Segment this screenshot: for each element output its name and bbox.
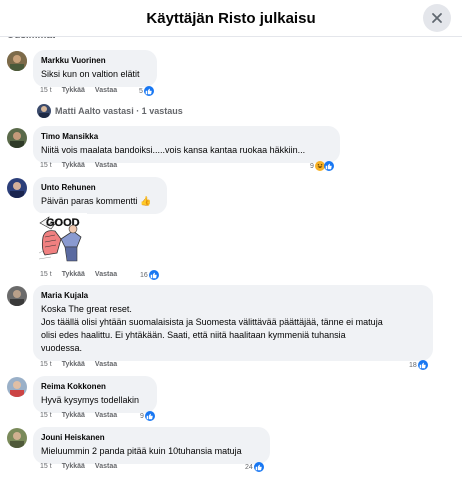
comment-text: Siksi kun on valtion elätit: [41, 69, 140, 79]
comment-time[interactable]: 15 t: [40, 270, 52, 280]
reaction-number: 9: [140, 412, 144, 420]
comment-author[interactable]: Reima Kokkonen: [41, 381, 149, 392]
reply-button[interactable]: Vastaa: [95, 462, 117, 472]
replies-text: Matti Aalto vastasi · 1 vastaus: [55, 106, 183, 116]
like-button[interactable]: Tykkää: [62, 270, 85, 280]
reply-button[interactable]: Vastaa: [95, 86, 117, 96]
comment-actions: 15 t Tykkää Vastaa: [40, 270, 117, 280]
like-button[interactable]: Tykkää: [62, 86, 85, 96]
comment-author[interactable]: Maria Kujala: [41, 290, 425, 301]
comment-bubble: Jouni Heiskanen Mieluummin 2 panda pitää…: [33, 427, 270, 464]
comment-time[interactable]: 15 t: [40, 360, 52, 370]
avatar[interactable]: [7, 377, 27, 397]
reply-button[interactable]: Vastaa: [95, 270, 117, 280]
reaction-number: 18: [409, 361, 417, 369]
avatar[interactable]: [7, 428, 27, 448]
comment-text-line: vuodessa.: [41, 343, 83, 353]
comment-text: Päivän paras kommentti 👍: [41, 196, 152, 206]
dialog-header: Käyttäjän Risto julkaisu: [0, 0, 462, 37]
comment-author[interactable]: Markku Vuorinen: [41, 55, 149, 66]
like-button[interactable]: Tykkää: [62, 411, 85, 421]
avatar[interactable]: [7, 286, 27, 306]
comment-text: Hyvä kysymys todellakin: [41, 395, 140, 405]
reaction-count[interactable]: 16: [140, 270, 159, 280]
like-button[interactable]: Tykkää: [62, 462, 85, 472]
comment-time[interactable]: 15 t: [40, 411, 52, 421]
like-icon: [144, 411, 155, 421]
comment-bubble: Markku Vuorinen Siksi kun on valtion elä…: [33, 50, 157, 87]
avatar: [37, 104, 51, 118]
reaction-number: 5: [139, 87, 143, 95]
comment-time[interactable]: 15 t: [40, 161, 52, 171]
like-icon: [253, 462, 264, 472]
like-icon: [323, 161, 334, 171]
comment-actions: 15 t Tykkää Vastaa: [40, 360, 117, 370]
reaction-count[interactable]: 24: [245, 462, 264, 472]
close-button[interactable]: [423, 4, 451, 32]
comment-time[interactable]: 15 t: [40, 86, 52, 96]
reaction-number: 16: [140, 271, 148, 279]
comment-text-line: olisi edes haalittu. Ei yhtäkään. Saati,…: [41, 330, 346, 340]
like-button[interactable]: Tykkää: [62, 161, 85, 171]
like-icon: [417, 360, 428, 370]
close-icon: [432, 13, 442, 23]
reaction-count[interactable]: 18: [409, 360, 428, 370]
comment-actions: 15 t Tykkää Vastaa: [40, 462, 117, 472]
comment-time[interactable]: 15 t: [40, 462, 52, 472]
avatar[interactable]: [7, 51, 27, 71]
reply-button[interactable]: Vastaa: [95, 411, 117, 421]
comment-bubble: Unto Rehunen Päivän paras kommentti 👍: [33, 177, 167, 214]
reaction-count[interactable]: 9: [310, 161, 334, 171]
comment-author[interactable]: Unto Rehunen: [41, 182, 159, 193]
comment-bubble: Reima Kokkonen Hyvä kysymys todellakin: [33, 376, 157, 413]
comment-actions: 15 t Tykkää Vastaa: [40, 86, 117, 96]
avatar[interactable]: [7, 128, 27, 148]
comment-bubble: Maria Kujala Koska The great reset. Jos …: [33, 285, 433, 361]
comment-author[interactable]: Jouni Heiskanen: [41, 432, 262, 443]
reaction-number: 24: [245, 463, 253, 471]
like-button[interactable]: Tykkää: [62, 360, 85, 370]
comment-author[interactable]: Timo Mansikka: [41, 131, 332, 142]
reply-button[interactable]: Vastaa: [95, 161, 117, 171]
comment-text: Niitä vois maalata bandoiksi.....vois ka…: [41, 145, 306, 155]
comment-text: Mieluummin 2 panda pitää kuin 10tuhansia…: [41, 446, 242, 456]
reaction-count[interactable]: 9: [140, 411, 155, 421]
comment-bubble: Timo Mansikka Niitä vois maalata bandoik…: [33, 126, 340, 163]
comment-text: Koska The great reset. Jos täällä olisi …: [41, 303, 425, 355]
comment-text-line: Jos täällä olisi yhtään suomalaisista ja…: [41, 317, 383, 327]
reply-button[interactable]: Vastaa: [95, 360, 117, 370]
like-icon: [148, 270, 159, 280]
comment-text-line: Koska The great reset.: [41, 304, 132, 314]
avatar[interactable]: [7, 178, 27, 198]
reaction-number: 9: [310, 162, 314, 170]
comment-actions: 15 t Tykkää Vastaa: [40, 411, 117, 421]
comment-actions: 15 t Tykkää Vastaa: [40, 161, 117, 171]
dialog-title: Käyttäjän Risto julkaisu: [146, 9, 316, 27]
reaction-count[interactable]: 5: [139, 86, 154, 96]
view-replies-link[interactable]: Matti Aalto vastasi · 1 vastaus: [37, 104, 183, 118]
good-sticker-image[interactable]: GOOD: [37, 213, 87, 263]
like-icon: [143, 86, 154, 96]
